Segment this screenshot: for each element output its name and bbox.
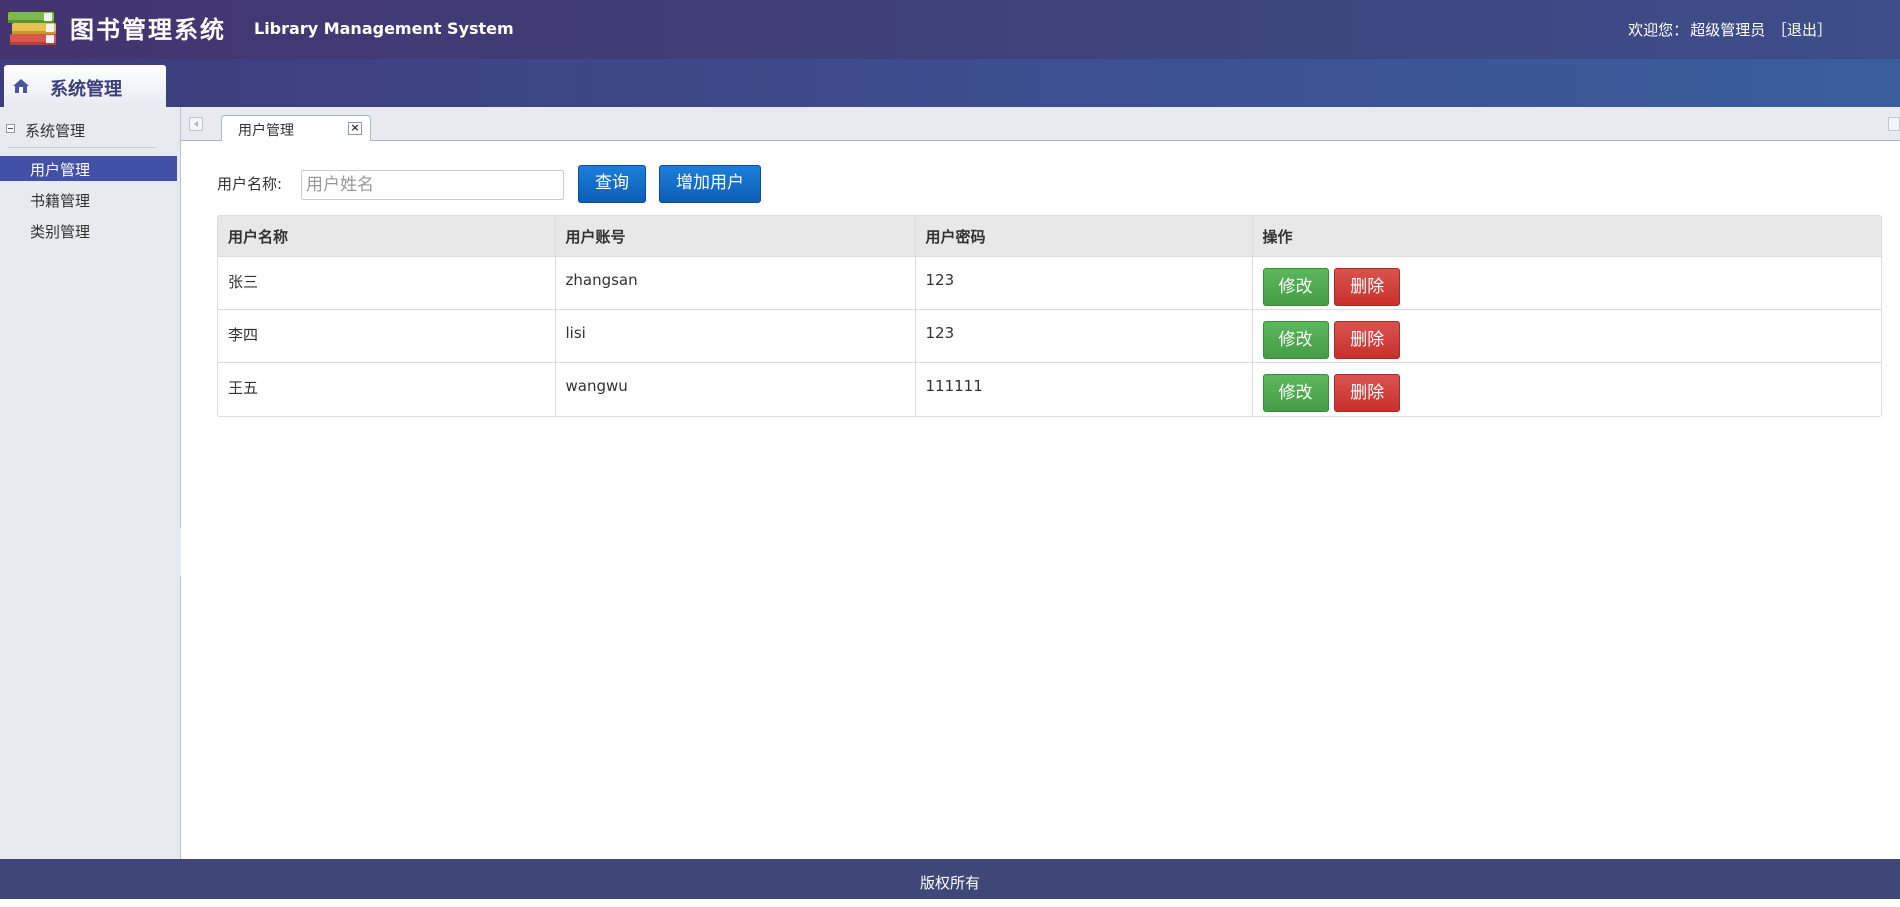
- table-header-row: 用户名称 用户账号 用户密码 操作: [218, 216, 1881, 257]
- current-user: 超级管理员: [1690, 21, 1766, 39]
- cell-actions: 修改 删除: [1251, 309, 1881, 363]
- column-header-password: 用户密码: [914, 216, 1253, 257]
- table-row: 李四 lisi 123 修改 删除: [218, 309, 1881, 363]
- sidebar-item-label: 用户管理: [30, 161, 91, 179]
- cell-account: zhangsan: [554, 256, 916, 310]
- sidebar: 系统管理 用户管理 书籍管理 类别管理: [0, 107, 181, 859]
- cell-name: 张三: [218, 256, 556, 310]
- user-table: 用户名称 用户账号 用户密码 操作 张三 zhangsan 123 修改 删除: [217, 215, 1882, 417]
- sidebar-section-system[interactable]: 系统管理: [0, 119, 180, 143]
- nav-tab-system-management[interactable]: 系统管理: [4, 65, 166, 107]
- tab-user-management[interactable]: 用户管理 ×: [221, 115, 371, 141]
- home-icon: [13, 79, 29, 93]
- welcome-prefix: 欢迎您：: [1628, 21, 1689, 39]
- sidebar-item-label: 类别管理: [30, 223, 91, 241]
- cell-name: 李四: [218, 309, 556, 363]
- tab-close-icon[interactable]: ×: [348, 122, 362, 135]
- app-header: 图书管理系统 Library Management System 欢迎您： 超级管…: [0, 0, 1900, 59]
- books-logo-icon: [8, 12, 56, 45]
- app-title: 图书管理系统: [70, 16, 226, 44]
- delete-button[interactable]: 删除: [1334, 374, 1401, 412]
- query-button[interactable]: 查询: [578, 165, 646, 203]
- sidebar-item-user-management[interactable]: 用户管理: [0, 156, 177, 181]
- logout-link[interactable]: ［退出］: [1772, 21, 1832, 39]
- tab-scroll-right-button[interactable]: [1888, 117, 1900, 131]
- edit-button[interactable]: 修改: [1262, 268, 1329, 306]
- column-header-account: 用户账号: [554, 216, 916, 257]
- footer: 版权所有: [0, 859, 1900, 899]
- copyright-text: 版权所有: [919, 874, 980, 892]
- edit-button[interactable]: 修改: [1262, 321, 1329, 359]
- username-search-input[interactable]: [301, 170, 564, 200]
- sidebar-item-category-management[interactable]: 类别管理: [0, 218, 177, 243]
- sidebar-section-label: 系统管理: [25, 122, 86, 140]
- table-row: 王五 wangwu 111111 修改 删除: [218, 362, 1881, 416]
- nav-tab-label: 系统管理: [50, 79, 122, 100]
- cell-password: 111111: [914, 362, 1253, 416]
- cell-actions: 修改 删除: [1251, 362, 1881, 416]
- delete-button[interactable]: 删除: [1334, 321, 1401, 359]
- collapse-toggle-icon[interactable]: [6, 124, 15, 133]
- top-nav-bar: 系统管理: [0, 59, 1900, 108]
- app-subtitle: Library Management System: [254, 19, 514, 38]
- add-user-button[interactable]: 增加用户: [659, 165, 761, 203]
- cell-account: wangwu: [554, 362, 916, 416]
- tab-strip: 用户管理 ×: [181, 107, 1900, 141]
- tab-label: 用户管理: [238, 123, 294, 139]
- search-label: 用户名称:: [217, 175, 283, 193]
- sidebar-divider: [8, 147, 156, 148]
- cell-actions: 修改 删除: [1251, 256, 1881, 310]
- sidebar-item-label: 书籍管理: [30, 192, 91, 210]
- edit-button[interactable]: 修改: [1262, 374, 1329, 412]
- column-header-name: 用户名称: [218, 216, 556, 257]
- main-content: 用户名称: 查询 增加用户 用户名称 用户账号 用户密码 操作 张三 zhang…: [181, 141, 1900, 859]
- cell-password: 123: [914, 309, 1253, 363]
- column-header-actions: 操作: [1251, 216, 1881, 257]
- delete-button[interactable]: 删除: [1334, 268, 1401, 306]
- tab-scroll-left-button[interactable]: [189, 117, 203, 131]
- cell-name: 王五: [218, 362, 556, 416]
- cell-account: lisi: [554, 309, 916, 363]
- cell-password: 123: [914, 256, 1253, 310]
- welcome-area: 欢迎您： 超级管理员 ［退出］: [1626, 19, 1832, 40]
- table-row: 张三 zhangsan 123 修改 删除: [218, 256, 1881, 310]
- sidebar-item-book-management[interactable]: 书籍管理: [0, 187, 177, 212]
